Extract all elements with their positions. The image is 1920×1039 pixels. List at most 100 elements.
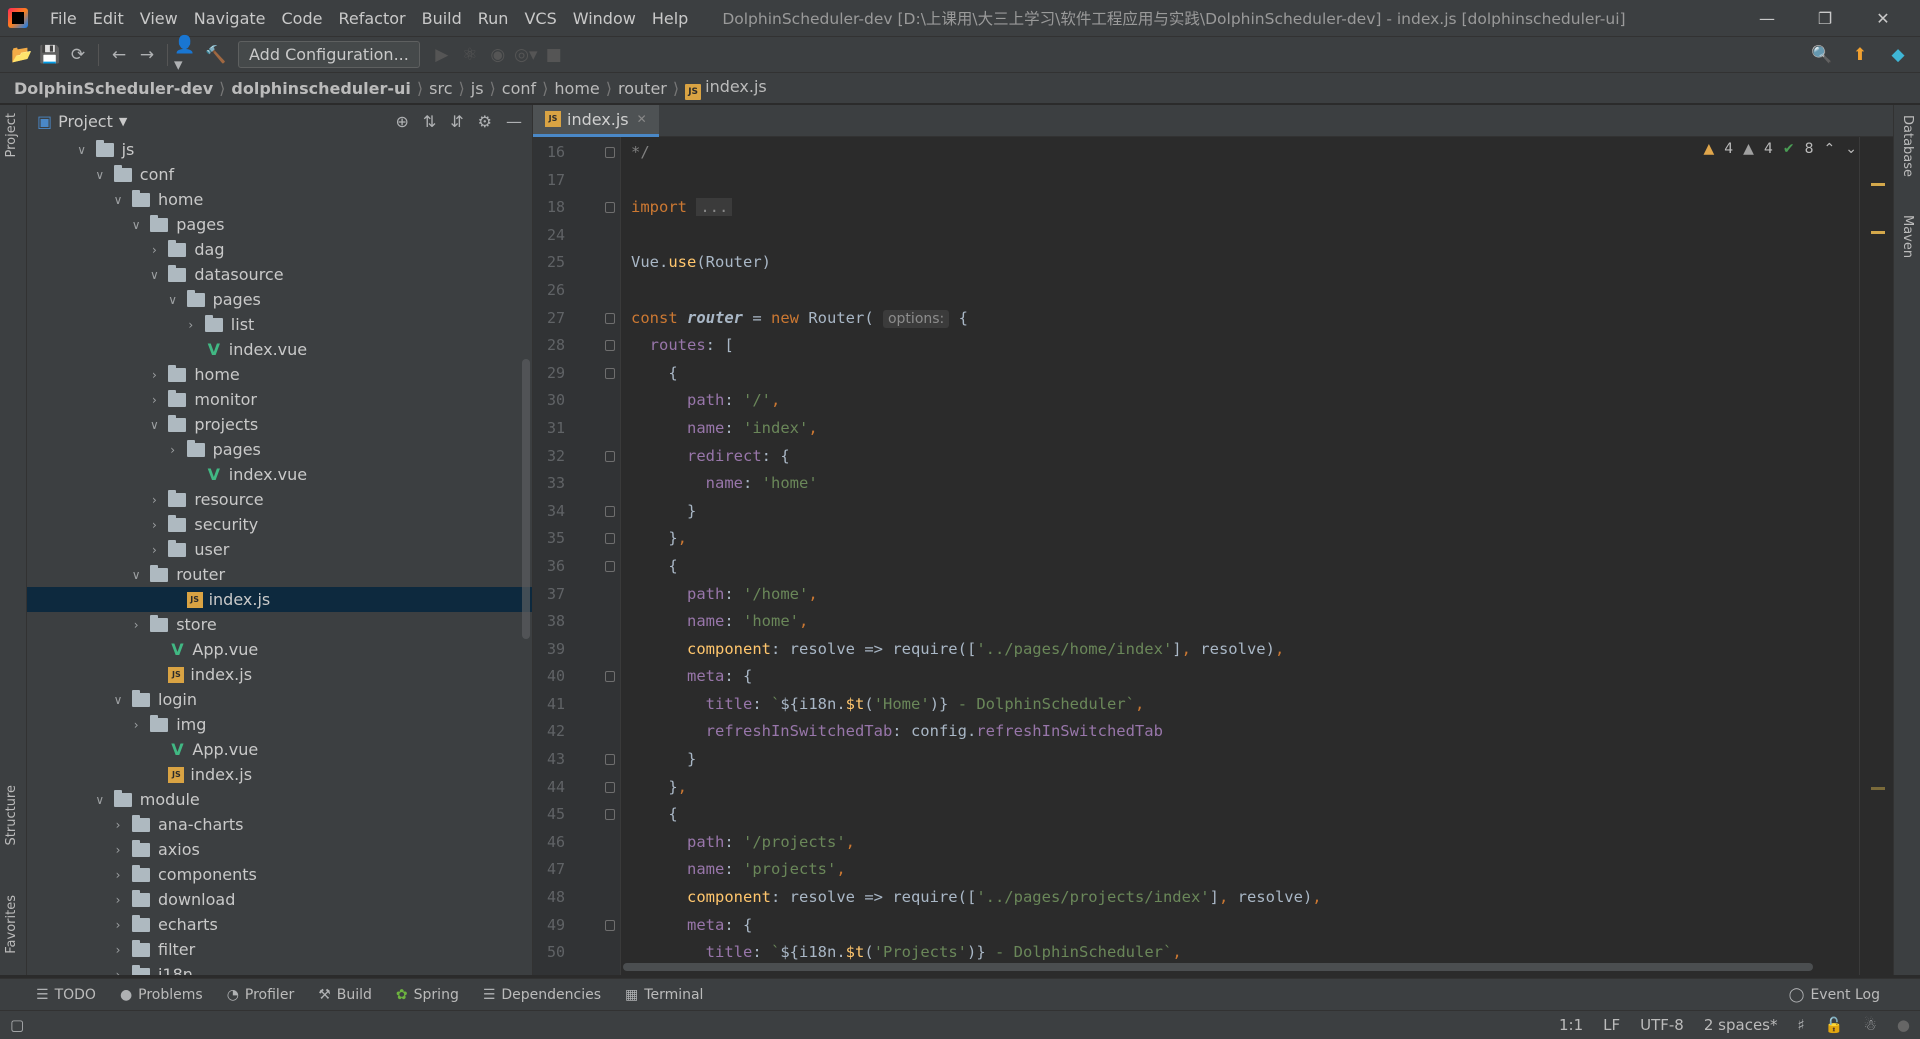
todo-tool-button[interactable]: ☰ TODO [36,987,96,1003]
indent-setting[interactable]: 2 spaces* [1704,1016,1778,1034]
close-tab-icon[interactable]: ✕ [637,112,647,126]
tree-item[interactable]: ∨ router [27,562,532,587]
plugin-icon[interactable]: ◆ [1884,41,1912,69]
prev-highlight-icon[interactable]: ⌃ [1824,141,1836,157]
notifications-icon[interactable]: ● [1897,1016,1910,1034]
build-tool-button[interactable]: ⚒ Build [318,987,372,1003]
code-content[interactable]: */ import ... Vue.use(Router) const rout… [621,137,1893,975]
collapse-all-icon[interactable]: ⇵ [450,112,463,131]
chevron-right-icon[interactable]: › [146,243,162,257]
fold-marker-icon[interactable] [605,560,615,572]
terminal-tool-button[interactable]: ▦ Terminal [625,987,703,1003]
project-tool-tab[interactable]: Project [4,113,19,157]
add-configuration-button[interactable]: Add Configuration... [238,41,420,68]
chevron-down-icon[interactable]: ∨ [128,568,144,582]
restore-icon[interactable]: ❐ [1796,9,1854,28]
database-tool-tab[interactable]: Database [1900,115,1915,177]
locate-icon[interactable]: ⊕ [395,112,408,131]
breadcrumb-module[interactable]: dolphinscheduler-ui [231,79,410,98]
menu-view[interactable]: View [132,9,186,28]
update-icon[interactable]: ⬆ [1846,41,1874,69]
tree-item[interactable]: V App.vue [27,637,532,662]
chevron-right-icon[interactable]: › [128,618,144,632]
tree-item[interactable]: › dag [27,237,532,262]
profile-icon[interactable]: ◎▾ [512,41,540,69]
chevron-right-icon[interactable]: › [146,518,162,532]
fold-marker-icon[interactable] [605,147,615,158]
chevron-right-icon[interactable]: › [110,868,126,882]
tree-item[interactable]: › resource [27,487,532,512]
maven-tool-tab[interactable]: Maven [1900,215,1915,258]
structure-tool-tab[interactable]: Structure [4,785,19,845]
chevron-right-icon[interactable]: › [146,543,162,557]
chevron-right-icon[interactable]: › [146,393,162,407]
menu-edit[interactable]: Edit [85,9,132,28]
tree-item[interactable]: JS index.js [27,762,532,787]
inspector-icon[interactable]: ☃ [1863,1016,1876,1034]
fold-marker-icon[interactable] [605,671,615,683]
open-folder-icon[interactable]: 📂 [8,41,36,69]
tree-item[interactable]: JS index.js [27,587,532,612]
fold-marker-icon[interactable] [605,202,615,214]
fold-marker-icon[interactable] [605,809,615,821]
fold-marker-icon[interactable] [605,312,615,324]
chevron-right-icon[interactable]: › [128,718,144,732]
tree-item[interactable]: ∨ module [27,787,532,812]
fold-marker-icon[interactable] [605,919,615,931]
tree-item[interactable]: › download [27,887,532,912]
tree-scrollbar[interactable] [522,359,530,639]
tree-item[interactable]: ∨ home [27,187,532,212]
chevron-right-icon[interactable]: › [110,918,126,932]
tree-item[interactable]: › axios [27,837,532,862]
tree-item[interactable]: ∨ datasource [27,262,532,287]
gear-icon[interactable]: ⚙ [478,112,492,131]
tree-item[interactable]: ∨ projects [27,412,532,437]
chevron-right-icon[interactable]: › [165,443,181,457]
tree-item[interactable]: › home [27,362,532,387]
tree-item[interactable]: › img [27,712,532,737]
favorites-tool-tab[interactable]: Favorites [4,895,19,954]
file-encoding[interactable]: UTF-8 [1640,1016,1684,1034]
tree-item[interactable]: Vindex.vue [27,337,532,362]
tree-item[interactable]: › i18n [27,962,532,975]
stop-icon[interactable]: ■ [540,41,568,69]
breadcrumb-src[interactable]: src [429,79,452,98]
tree-item[interactable]: › security [27,512,532,537]
menu-refactor[interactable]: Refactor [330,9,413,28]
tree-item[interactable]: › store [27,612,532,637]
hide-panel-icon[interactable]: — [506,112,522,131]
project-view-selector[interactable]: ▣ Project ▼ [37,112,127,131]
profiler-tool-button[interactable]: ◔ Profiler [227,987,295,1003]
breadcrumb-router[interactable]: router [618,79,667,98]
chevron-right-icon[interactable]: › [146,368,162,382]
chevron-right-icon[interactable]: › [183,318,199,332]
chevron-down-icon[interactable]: ∨ [128,218,144,232]
git-icon[interactable]: ♯ [1798,1016,1805,1034]
tree-item[interactable]: V App.vue [27,737,532,762]
sync-icon[interactable]: ⟳ [64,41,92,69]
minimize-icon[interactable]: — [1738,9,1796,28]
chevron-right-icon[interactable]: › [110,968,126,976]
fold-marker-icon[interactable] [605,754,615,766]
forward-arrow-icon[interactable]: → [133,41,161,69]
warning-marker[interactable] [1871,787,1885,790]
save-icon[interactable]: 💾 [36,41,64,69]
menu-run[interactable]: Run [470,9,517,28]
inspection-widget[interactable]: ▲ 4 ▲ 4 ✔ 8 ⌃ ⌄ [1703,141,1857,157]
tree-item[interactable]: ∨ pages [27,212,532,237]
lock-icon[interactable]: 🔓 [1825,1016,1844,1034]
problems-tool-button[interactable]: ● Problems [120,987,203,1003]
error-stripe[interactable] [1859,137,1893,975]
debug-icon[interactable]: ⚛ [456,41,484,69]
warning-marker[interactable] [1871,183,1885,186]
fold-marker-icon[interactable] [605,450,615,462]
menu-file[interactable]: File [42,9,85,28]
run-icon[interactable]: ▶ [428,41,456,69]
caret-position[interactable]: 1:1 [1559,1016,1583,1034]
event-log-button[interactable]: ◯ Event Log [1789,987,1880,1003]
fold-marker-icon[interactable] [605,781,615,793]
menu-window[interactable]: Window [565,9,644,28]
build-hammer-icon[interactable]: 🔨 [202,41,230,69]
coverage-icon[interactable]: ◉ [484,41,512,69]
expand-all-icon[interactable]: ⇅ [423,112,436,131]
